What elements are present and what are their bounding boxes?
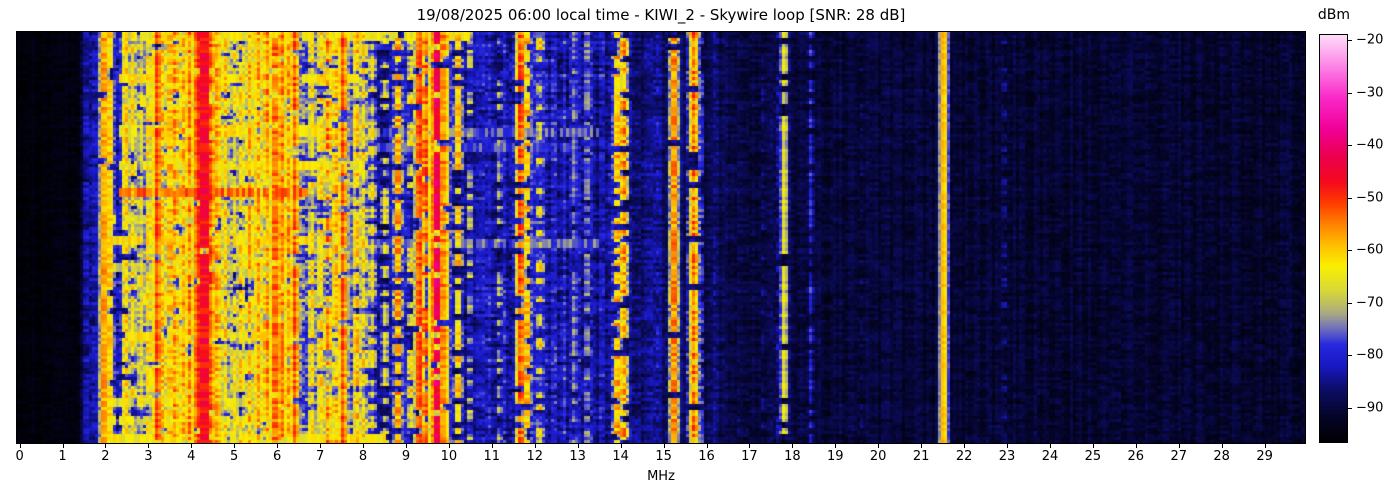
colorbar-tick-mark	[1348, 92, 1352, 94]
x-tick-mark	[749, 444, 751, 448]
x-tick-label: 8	[358, 449, 368, 464]
x-tick-label: 21	[912, 449, 930, 464]
colorbar-tick-mark	[1348, 250, 1352, 252]
x-tick-mark	[878, 444, 880, 448]
x-tick-label: 2	[101, 449, 110, 464]
x-tick-label: 27	[1170, 449, 1188, 464]
x-tick-label: 16	[698, 449, 715, 464]
colorbar-tick-label: −30	[1356, 85, 1384, 101]
colorbar-unit-label: dBm	[1317, 7, 1351, 23]
colorbar-tick-label: −80	[1356, 347, 1384, 363]
x-tick-label: 0	[15, 449, 24, 464]
x-tick-label: 22	[955, 449, 973, 464]
colorbar-tick-label: −70	[1356, 295, 1384, 311]
colorbar-tick-label: −20	[1356, 32, 1384, 48]
x-tick-mark	[1050, 444, 1051, 448]
x-tick-mark	[105, 444, 107, 448]
x-tick-label: 28	[1213, 449, 1230, 464]
x-tick-label: 7	[315, 449, 325, 464]
x-tick-label: 29	[1256, 449, 1273, 464]
x-tick-label: 15	[655, 449, 672, 464]
x-tick-mark	[277, 444, 279, 448]
x-tick-mark	[363, 444, 364, 448]
x-tick-label: 4	[187, 449, 196, 464]
x-tick-label: 12	[526, 449, 544, 464]
x-tick-mark	[148, 444, 150, 448]
x-tick-mark	[1221, 444, 1223, 448]
colorbar-tick-mark	[1348, 145, 1352, 147]
colorbar-tick-mark	[1348, 355, 1352, 357]
x-tick-mark	[1135, 444, 1137, 448]
colorbar-canvas	[1320, 35, 1347, 442]
colorbar-tick-label: −50	[1356, 190, 1384, 206]
x-axis-label: MHz	[647, 469, 675, 484]
x-tick-label: 11	[483, 449, 501, 464]
x-tick-mark	[577, 444, 579, 448]
x-tick-label: 1	[58, 449, 67, 464]
x-tick-mark	[964, 444, 966, 448]
x-tick-mark	[448, 444, 450, 448]
x-tick-label: 14	[612, 449, 629, 464]
x-tick-label: 10	[440, 449, 458, 464]
x-tick-label: 6	[273, 449, 282, 464]
x-tick-mark	[792, 444, 794, 448]
x-tick-mark	[1092, 444, 1094, 448]
x-tick-mark	[62, 444, 64, 448]
x-tick-mark	[921, 444, 923, 448]
x-tick-label: 17	[741, 449, 758, 464]
x-tick-label: 13	[569, 449, 586, 464]
x-tick-label: 25	[1084, 449, 1102, 464]
x-tick-mark	[406, 444, 407, 448]
colorbar-frame	[1319, 34, 1348, 443]
x-tick-label: 19	[827, 449, 844, 464]
colorbar-tick-mark	[1348, 197, 1352, 199]
x-tick-label: 24	[1041, 449, 1059, 464]
spectrogram-canvas	[17, 32, 1305, 443]
x-tick-label: 20	[869, 449, 887, 464]
x-tick-mark	[1264, 444, 1266, 448]
x-tick-mark	[234, 444, 236, 448]
x-tick-label: 26	[1127, 449, 1145, 464]
x-tick-label: 5	[230, 449, 239, 464]
x-tick-mark	[706, 444, 708, 448]
x-tick-mark	[19, 444, 21, 448]
x-tick-label: 9	[401, 449, 411, 464]
spectrogram-figure: 19/08/2025 06:00 local time - KIWI_2 - S…	[0, 0, 1400, 500]
colorbar-tick-mark	[1348, 40, 1352, 42]
colorbar-tick-mark	[1348, 407, 1352, 409]
x-tick-mark	[491, 444, 493, 448]
colorbar-tick-label: −40	[1356, 137, 1384, 153]
x-tick-mark	[534, 444, 536, 448]
x-tick-mark	[191, 444, 193, 448]
x-tick-mark	[835, 444, 837, 448]
colorbar-tick-label: −90	[1356, 400, 1384, 416]
chart-title: 19/08/2025 06:00 local time - KIWI_2 - S…	[416, 6, 906, 24]
x-tick-label: 3	[144, 449, 153, 464]
plot-area-frame	[16, 31, 1306, 444]
x-tick-label: 18	[784, 449, 801, 464]
x-tick-mark	[1178, 444, 1180, 448]
x-tick-mark	[620, 444, 622, 448]
x-tick-mark	[663, 444, 665, 448]
colorbar-tick-mark	[1348, 302, 1352, 304]
x-tick-mark	[320, 444, 322, 448]
colorbar-tick-label: −60	[1356, 242, 1384, 258]
x-tick-label: 23	[998, 449, 1016, 464]
x-tick-mark	[1007, 444, 1008, 448]
